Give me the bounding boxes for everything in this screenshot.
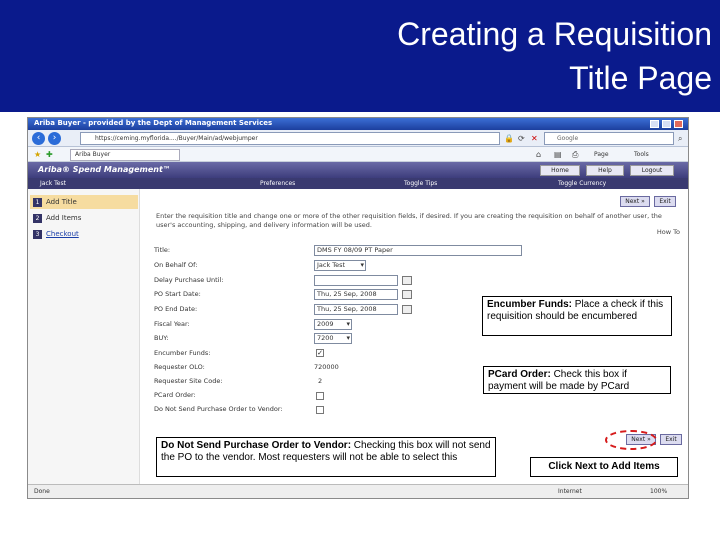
po-start-input[interactable]: Thu, 25 Sep, 2008 bbox=[314, 289, 398, 300]
delay-purchase-label: Delay Purchase Until: bbox=[154, 276, 224, 284]
po-end-input[interactable]: Thu, 25 Sep, 2008 bbox=[314, 304, 398, 315]
lock-icon: 🔒 bbox=[504, 134, 514, 143]
help-button[interactable]: Help bbox=[586, 165, 624, 176]
calendar-icon[interactable] bbox=[402, 276, 412, 285]
fiscal-year-label: Fiscal Year: bbox=[154, 320, 190, 328]
step-add-title[interactable]: 1 Add Title bbox=[30, 195, 138, 209]
address-bar: ‹ › https://ceming.myflorida..../Buyer/M… bbox=[28, 130, 688, 147]
maximize-icon[interactable] bbox=[662, 120, 671, 128]
on-behalf-label: On Behalf Of: bbox=[154, 261, 198, 269]
fiscal-year-select[interactable]: 2009 bbox=[314, 319, 352, 330]
add-favorites-icon[interactable]: ✚ bbox=[46, 148, 53, 161]
browser-title-bar: Ariba Buyer - provided by the Dept of Ma… bbox=[28, 118, 688, 130]
feeds-icon[interactable]: ▤ bbox=[554, 148, 562, 161]
forward-icon[interactable]: › bbox=[48, 132, 61, 145]
requester-site-code-label: Requester Site Code: bbox=[154, 377, 223, 385]
close-icon[interactable] bbox=[674, 120, 683, 128]
logout-button[interactable]: Logout bbox=[630, 165, 674, 176]
pcard-order-checkbox[interactable] bbox=[316, 392, 324, 400]
slide-title-line-2: Title Page bbox=[569, 60, 712, 96]
step-label: Add Items bbox=[46, 214, 82, 222]
stop-icon[interactable]: ✕ bbox=[531, 132, 538, 145]
next-button-highlight bbox=[605, 430, 657, 450]
home-icon[interactable]: ⌂ bbox=[536, 148, 541, 161]
preferences-menu[interactable]: Preferences bbox=[260, 179, 295, 188]
step-add-items[interactable]: 2 Add Items bbox=[30, 211, 138, 225]
callout-title: PCard Order: bbox=[488, 369, 551, 380]
browser-tab-strip: ★ ✚ Ariba Buyer ⌂ ▤ ⎙ Page Tools bbox=[28, 147, 688, 162]
print-icon[interactable]: ⎙ bbox=[572, 148, 578, 161]
delay-purchase-input[interactable] bbox=[314, 275, 398, 286]
step-checkout[interactable]: 3 Checkout bbox=[30, 227, 138, 241]
slide-title-band: Creating a Requisition Title Page bbox=[0, 0, 720, 112]
requester-olo-label: Requester OLO: bbox=[154, 363, 205, 371]
callout-title: Encumber Funds: bbox=[487, 299, 573, 310]
do-not-send-po-label: Do Not Send Purchase Order to Vendor: bbox=[154, 405, 283, 413]
ariba-logo: Ariba® Spend Management™ bbox=[38, 165, 171, 174]
step-number: 1 bbox=[33, 197, 42, 207]
pcard-order-label: PCard Order: bbox=[154, 391, 196, 399]
favorites-star-icon[interactable]: ★ bbox=[34, 148, 41, 161]
po-start-label: PO Start Date: bbox=[154, 290, 201, 298]
step-label: Add Title bbox=[46, 198, 77, 206]
ariba-header: Ariba® Spend Management™ Home Help Logou… bbox=[28, 162, 688, 178]
toggle-tips-menu[interactable]: Toggle Tips bbox=[404, 179, 437, 188]
tools-menu[interactable]: Tools bbox=[634, 149, 649, 160]
home-button[interactable]: Home bbox=[540, 165, 580, 176]
callout-title: Do Not Send Purchase Order to Vendor: bbox=[161, 440, 352, 451]
slide-title-line-1: Creating a Requisition bbox=[397, 16, 712, 52]
title-input[interactable]: DMS FY 08/09 PT Paper bbox=[314, 245, 522, 256]
zoom-level[interactable]: 100% bbox=[650, 487, 667, 497]
calendar-icon[interactable] bbox=[402, 305, 412, 314]
pcard-order-callout: PCard Order: Check this box if payment w… bbox=[483, 366, 671, 394]
back-icon[interactable]: ‹ bbox=[32, 132, 45, 145]
encumber-funds-callout: Encumber Funds: Place a check if this re… bbox=[482, 296, 672, 336]
do-not-send-po-callout: Do Not Send Purchase Order to Vendor: Ch… bbox=[156, 437, 496, 477]
calendar-icon[interactable] bbox=[402, 290, 412, 299]
title-label: Title: bbox=[154, 246, 171, 254]
on-behalf-select[interactable]: Jack Test bbox=[314, 260, 366, 271]
click-next-callout: Click Next to Add Items bbox=[530, 457, 678, 477]
wizard-steps-sidebar: 1 Add Title 2 Add Items 3 Checkout bbox=[28, 189, 140, 484]
step-number: 2 bbox=[33, 213, 42, 223]
status-text: Done bbox=[34, 488, 50, 495]
ariba-user-bar: Jack Test Preferences Toggle Tips Toggle… bbox=[28, 178, 688, 189]
requester-olo-value: 720000 bbox=[314, 363, 339, 371]
step-number: 3 bbox=[33, 229, 42, 239]
browser-tab[interactable]: Ariba Buyer bbox=[70, 149, 180, 161]
browser-status-bar: Done Internet 100% bbox=[28, 484, 688, 498]
how-to-link[interactable]: How To bbox=[657, 228, 680, 236]
toggle-currency-menu[interactable]: Toggle Currency bbox=[558, 179, 606, 188]
search-input[interactable]: Google bbox=[544, 132, 674, 145]
internet-zone: Internet bbox=[558, 488, 582, 495]
do-not-send-po-checkbox[interactable] bbox=[316, 406, 324, 414]
requester-site-code-value: 2 bbox=[318, 377, 323, 385]
next-button-top[interactable]: Next » bbox=[620, 196, 650, 207]
step-label: Checkout bbox=[46, 230, 79, 238]
buy-select[interactable]: 7200 bbox=[314, 333, 352, 344]
search-icon[interactable]: ⌕ bbox=[678, 132, 682, 145]
encumber-funds-checkbox[interactable]: ✓ bbox=[316, 349, 324, 357]
refresh-icon[interactable]: ⟳ bbox=[518, 132, 525, 145]
form-instructions: Enter the requisition title and change o… bbox=[156, 212, 662, 229]
encumber-funds-label: Encumber Funds: bbox=[154, 349, 211, 357]
exit-button[interactable]: Exit bbox=[660, 434, 682, 445]
page-menu[interactable]: Page bbox=[594, 149, 609, 160]
minimize-icon[interactable] bbox=[650, 120, 659, 128]
user-name: Jack Test bbox=[40, 180, 66, 187]
po-end-label: PO End Date: bbox=[154, 305, 198, 313]
buy-label: BUY: bbox=[154, 334, 169, 342]
window-title: Ariba Buyer - provided by the Dept of Ma… bbox=[34, 119, 273, 127]
url-field[interactable]: https://ceming.myflorida..../Buyer/Main/… bbox=[80, 132, 500, 145]
exit-button-top[interactable]: Exit bbox=[654, 196, 676, 207]
